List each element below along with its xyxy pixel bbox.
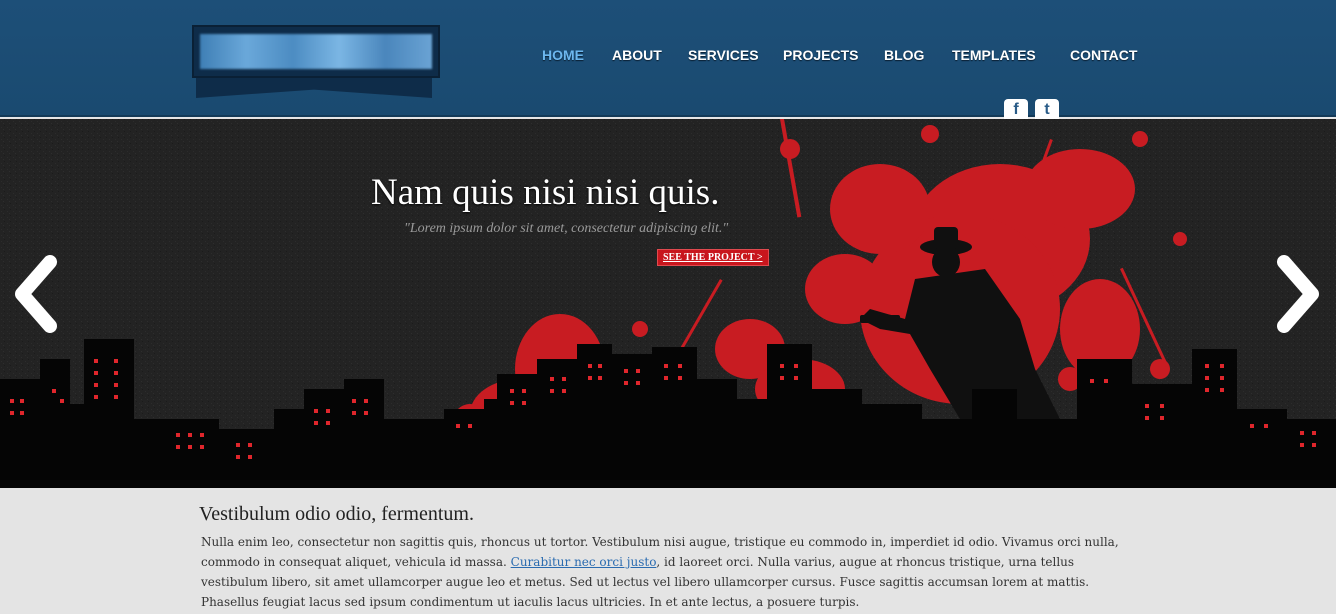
chevron-right-icon [1277, 255, 1319, 333]
nav-templates[interactable]: TEMPLATES [952, 47, 1036, 63]
hero-slider: Nam quis nisi nisi quis. "Lorem ipsum do… [0, 119, 1336, 488]
hero-title: Nam quis nisi nisi quis. [371, 172, 720, 213]
next-slide-arrow[interactable] [1270, 254, 1324, 334]
nav-home[interactable]: HOME [542, 47, 584, 63]
nav-contact[interactable]: CONTACT [1070, 47, 1137, 63]
see-project-button[interactable]: SEE THE PROJECT > [657, 249, 769, 266]
nav-services[interactable]: SERVICES [688, 47, 759, 63]
inline-link[interactable]: Curabitur nec orci justo [511, 555, 657, 569]
chevron-left-icon [15, 255, 57, 333]
nav-blog[interactable]: BLOG [884, 47, 924, 63]
nav-about[interactable]: ABOUT [612, 47, 662, 63]
content-paragraph: Nulla enim leo, consectetur non sagittis… [201, 532, 1141, 612]
site-header: HOME ABOUT SERVICES PROJECTS BLOG TEMPLA… [0, 0, 1336, 119]
content-section: Vestibulum odio odio, fermentum. Nulla e… [0, 488, 1336, 614]
twitter-glyph: t [1044, 101, 1050, 118]
facebook-icon[interactable]: f [1004, 99, 1028, 119]
main-nav: HOME ABOUT SERVICES PROJECTS BLOG TEMPLA… [0, 47, 1336, 67]
prev-slide-arrow[interactable] [10, 254, 64, 334]
facebook-glyph: f [1013, 101, 1019, 118]
nav-projects[interactable]: PROJECTS [783, 47, 858, 63]
hero-subtitle: "Lorem ipsum dolor sit amet, consectetur… [404, 221, 729, 236]
content-heading: Vestibulum odio odio, fermentum. [199, 503, 474, 525]
twitter-icon[interactable]: t [1035, 99, 1059, 119]
